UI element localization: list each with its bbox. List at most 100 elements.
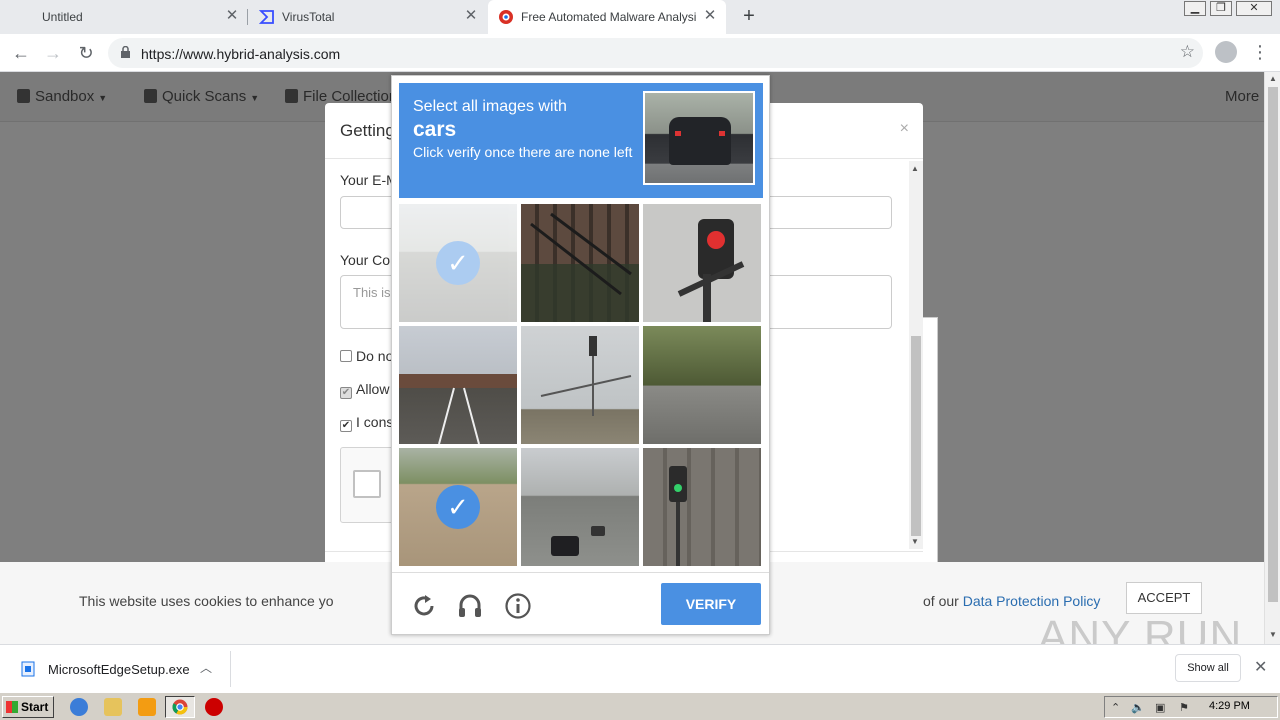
image-tile[interactable]: ✓: [399, 204, 517, 322]
challenge-instruction: Select all images with: [413, 98, 567, 115]
overpass-image: [399, 374, 517, 444]
modal-title: Getting: [340, 121, 395, 140]
close-icon[interactable]: ✕: [702, 8, 718, 24]
scroll-thumb[interactable]: [1268, 87, 1278, 602]
scroll-thumb[interactable]: [911, 336, 921, 536]
show-all-button[interactable]: Show all: [1175, 654, 1241, 682]
image-tile[interactable]: [399, 326, 517, 444]
windows-logo-icon: [6, 701, 18, 713]
tab-hybrid-analysis[interactable]: Free Automated Malware Analysis Se ✕: [488, 0, 726, 34]
browser-toolbar: ← → ↻ https://www.hybrid-analysis.com ☆ …: [0, 34, 1280, 72]
image-tile[interactable]: [521, 326, 639, 444]
scroll-down-icon[interactable]: ▼: [911, 537, 919, 546]
url-text: https://www.hybrid-analysis.com: [141, 46, 341, 62]
close-icon[interactable]: ✕: [1254, 657, 1267, 677]
virustotal-icon: [259, 10, 274, 24]
image-tile[interactable]: [643, 326, 761, 444]
checkbox-label: I cons: [356, 414, 394, 430]
image-tile[interactable]: ✓: [399, 448, 517, 566]
comment-placeholder: This is: [353, 285, 391, 300]
back-arrow-icon[interactable]: ←: [9, 41, 33, 65]
network-icon[interactable]: ▣: [1155, 701, 1165, 714]
download-bar: MicrosoftEdgeSetup.exe ︿ Show all ✕: [0, 644, 1280, 692]
green-signal-image: [669, 466, 687, 566]
audio-icon[interactable]: [456, 592, 484, 620]
profile-avatar-icon[interactable]: [1215, 41, 1237, 63]
folder-icon[interactable]: [104, 698, 122, 716]
close-icon[interactable]: ✕: [224, 8, 240, 24]
internet-explorer-icon[interactable]: [70, 698, 88, 716]
chevron-up-icon[interactable]: ︿: [200, 659, 212, 676]
start-button[interactable]: Start: [2, 696, 54, 718]
email-label: Your E-M: [340, 172, 398, 188]
windows-taskbar: Start ⌃ 🔈 ▣ ⚑ 4:29 PM: [0, 692, 1280, 720]
chrome-icon: [172, 699, 188, 715]
bookmark-star-icon[interactable]: ☆: [1180, 42, 1195, 62]
checkbox-consent[interactable]: ✔ I cons: [340, 414, 393, 432]
tab-virustotal[interactable]: VirusTotal ✕: [250, 0, 486, 34]
volume-icon[interactable]: 🔈: [1131, 701, 1145, 714]
challenge-target: cars: [413, 118, 457, 141]
car-shape: [669, 117, 731, 165]
checkbox[interactable]: ✔: [340, 387, 352, 399]
close-icon[interactable]: ✕: [463, 8, 479, 24]
media-player-icon[interactable]: [138, 698, 156, 716]
close-icon[interactable]: ×: [900, 120, 909, 138]
scroll-down-icon[interactable]: ▼: [1269, 630, 1277, 639]
verify-button[interactable]: VERIFY: [661, 583, 761, 625]
tab-title: Free Automated Malware Analysis Se: [521, 10, 696, 24]
clock: 4:29 PM: [1209, 700, 1250, 712]
scroll-up-icon[interactable]: ▲: [1269, 74, 1277, 83]
recaptcha-challenge: Select all images with cars Click verify…: [391, 75, 770, 635]
traffic-light-image: [677, 219, 745, 322]
system-tray: ⌃ 🔈 ▣ ⚑ 4:29 PM: [1104, 696, 1278, 718]
checkbox-label: Do no: [356, 348, 394, 364]
page-scrollbar[interactable]: ▲ ▼: [1264, 72, 1280, 644]
selected-check-icon: ✓: [436, 485, 480, 529]
accept-cookies-button[interactable]: ACCEPT: [1126, 582, 1202, 614]
image-tile[interactable]: [643, 448, 761, 566]
challenge-header: Select all images with cars Click verify…: [399, 83, 763, 198]
fire-escape-image: [521, 212, 639, 322]
tail-light: [675, 131, 681, 136]
image-tile[interactable]: [521, 448, 639, 566]
browser-menu-icon[interactable]: ⋮: [1251, 42, 1269, 63]
checkbox-do-not[interactable]: Do no: [340, 348, 393, 364]
forward-arrow-icon[interactable]: →: [41, 41, 65, 65]
intersection-image: [540, 336, 632, 416]
minimize-button[interactable]: ▁: [1184, 1, 1206, 16]
image-tile[interactable]: [643, 204, 761, 322]
data-protection-policy-link[interactable]: Data Protection Policy: [963, 593, 1101, 609]
comment-label: Your Cor: [340, 252, 395, 268]
image-tile[interactable]: [521, 204, 639, 322]
reload-icon[interactable]: ↻: [74, 41, 98, 65]
tail-light: [719, 131, 725, 136]
download-filename[interactable]: MicrosoftEdgeSetup.exe: [48, 662, 190, 677]
tab-title: Untitled: [42, 10, 83, 24]
checkbox-label: Allow: [356, 381, 390, 397]
scroll-up-icon[interactable]: ▲: [911, 164, 919, 173]
divider: [392, 572, 769, 573]
tray-expand-icon[interactable]: ⌃: [1111, 701, 1120, 714]
start-label: Start: [21, 700, 49, 714]
checkbox[interactable]: [340, 350, 352, 362]
recaptcha-checkbox[interactable]: [353, 470, 381, 498]
reload-icon[interactable]: [410, 592, 438, 620]
tab-separator: [247, 9, 248, 25]
window-close-button[interactable]: ✕: [1236, 1, 1272, 16]
tab-title: VirusTotal: [282, 10, 335, 24]
new-tab-button[interactable]: +: [739, 6, 759, 26]
checkbox-allow[interactable]: ✔ Allow: [340, 381, 389, 399]
stop-icon[interactable]: [205, 698, 223, 716]
flag-icon[interactable]: ⚑: [1179, 701, 1189, 714]
checkbox[interactable]: ✔: [340, 420, 352, 432]
cookie-text-of-our: of our: [923, 593, 959, 609]
tab-untitled[interactable]: Untitled ✕: [0, 0, 246, 34]
restore-button[interactable]: ❐: [1210, 1, 1232, 16]
sample-car-image: [643, 91, 755, 185]
info-icon[interactable]: [504, 592, 532, 620]
chrome-taskbar-button[interactable]: [165, 696, 195, 718]
modal-scrollbar[interactable]: ▲ ▼: [909, 161, 923, 549]
image-grid: ✓ ✓: [399, 204, 763, 568]
address-bar[interactable]: https://www.hybrid-analysis.com ☆: [108, 38, 1203, 68]
